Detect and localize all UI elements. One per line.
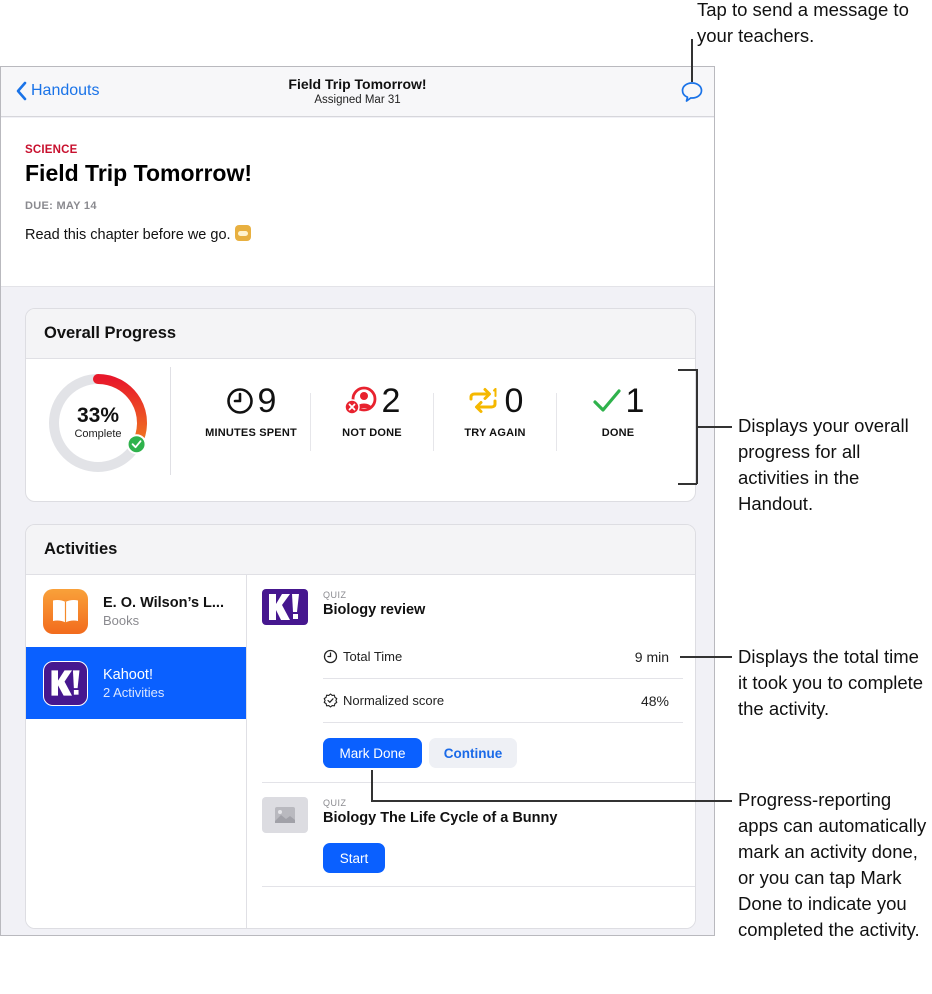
activities-card: Activities E. O. Wilson’s L... Books Kah… — [25, 524, 696, 929]
callout-bracket — [678, 483, 697, 485]
metric-normalized-score: Normalized score 48% — [323, 679, 683, 723]
progress-body: 33% Complete 9 MINUTES SPENT 2 NOT DONE — [26, 359, 695, 501]
stat-try-again: 0 TRY AGAIN — [435, 381, 555, 439]
callout-line — [371, 770, 373, 801]
tiger-emoji-icon — [234, 225, 251, 241]
app-item-books[interactable]: E. O. Wilson’s L... Books — [26, 575, 246, 647]
callout-time: Displays the total time it took you to c… — [738, 646, 924, 719]
description-text: Read this chapter before we go. — [25, 227, 231, 243]
metric-label: Total Time — [343, 649, 403, 664]
callout-line — [691, 39, 693, 82]
app-name: Kahoot! — [103, 667, 153, 683]
message-teachers-button[interactable] — [680, 81, 704, 108]
callout-progress: Displays your overall progress for all a… — [738, 415, 909, 514]
callout-message: Tap to send a message to your teachers. — [697, 0, 909, 46]
try-again-value: 0 — [504, 382, 524, 420]
app-item-kahoot[interactable]: Kahoot! 2 Activities — [26, 647, 246, 719]
activity-app-list: E. O. Wilson’s L... Books Kahoot! 2 Acti… — [26, 575, 247, 928]
continue-button[interactable]: Continue — [429, 738, 517, 768]
callout-line — [680, 656, 732, 658]
badge-check-icon — [323, 693, 338, 708]
nav-title: Field Trip Tomorrow! — [288, 76, 427, 92]
divider — [262, 886, 695, 887]
not-done-label: NOT DONE — [342, 427, 402, 439]
kahoot-quiz-icon — [262, 589, 308, 625]
nav-title-group: Field Trip Tomorrow! Assigned Mar 31 — [1, 76, 714, 106]
stat-minutes-spent: 9 MINUTES SPENT — [191, 381, 311, 439]
handout-description: Read this chapter before we go. — [25, 225, 251, 243]
image-placeholder-icon — [262, 797, 308, 833]
not-done-icon — [343, 386, 376, 415]
divider — [170, 367, 171, 475]
kahoot-app-icon — [43, 661, 88, 706]
navigation-bar: Handouts Field Trip Tomorrow! Assigned M… — [1, 67, 714, 117]
clock-icon — [226, 388, 253, 414]
metric-total-time: Total Time 9 min — [323, 635, 683, 679]
handout-header: SCIENCE Field Trip Tomorrow! DUE: MAY 14… — [1, 118, 714, 287]
divider — [556, 393, 557, 451]
complete-label: Complete — [74, 428, 122, 440]
activity-title: Biology The Life Cycle of a Bunny — [323, 810, 558, 826]
metric-label: Normalized score — [343, 693, 445, 708]
metric-value: 48% — [640, 692, 669, 709]
divider — [310, 393, 311, 451]
callout-line — [371, 800, 732, 802]
callout-bracket — [678, 369, 697, 371]
clock-icon — [323, 649, 338, 664]
handout-title: Field Trip Tomorrow! — [25, 160, 253, 186]
subject-label: SCIENCE — [25, 144, 78, 156]
handout-screen: Handouts Field Trip Tomorrow! Assigned M… — [0, 66, 715, 936]
overall-progress-card: Overall Progress 33% Complete 9 MINUTES … — [25, 308, 696, 502]
activities-heading: Activities — [26, 525, 695, 575]
stat-done: 1 DONE — [558, 381, 678, 439]
message-bubble-icon — [681, 82, 703, 102]
callout-mark-done: Progress-reporting apps can automaticall… — [738, 789, 927, 940]
activity-type: QUIZ — [323, 798, 347, 808]
books-app-icon — [43, 589, 88, 634]
done-value: 1 — [625, 382, 645, 420]
divider — [262, 782, 695, 783]
app-name: E. O. Wilson’s L... — [103, 595, 224, 611]
checkmark-icon — [592, 389, 621, 412]
minutes-spent-value: 9 — [257, 382, 277, 420]
divider — [433, 393, 434, 451]
app-subtitle: Books — [103, 613, 140, 628]
activity-type: QUIZ — [323, 590, 347, 600]
try-again-icon — [469, 388, 497, 413]
activity-title: Biology review — [323, 602, 426, 618]
due-date: DUE: MAY 14 — [25, 200, 97, 212]
minutes-spent-label: MINUTES SPENT — [205, 427, 297, 439]
stat-not-done: 2 NOT DONE — [312, 381, 432, 439]
callout-line — [697, 426, 732, 428]
start-button[interactable]: Start — [323, 843, 385, 873]
app-subtitle: 2 Activities — [103, 685, 165, 700]
overall-progress-heading: Overall Progress — [26, 309, 695, 359]
nav-subtitle: Assigned Mar 31 — [314, 94, 401, 106]
try-again-label: TRY AGAIN — [464, 427, 526, 439]
metric-value: 9 min — [634, 648, 669, 665]
done-label: DONE — [601, 427, 635, 439]
mark-done-button[interactable]: Mark Done — [323, 738, 422, 768]
activity-detail: QUIZ Biology review Total Time 9 min Nor… — [248, 575, 695, 928]
not-done-value: 2 — [381, 382, 401, 420]
percent-complete: 33% — [76, 404, 120, 427]
